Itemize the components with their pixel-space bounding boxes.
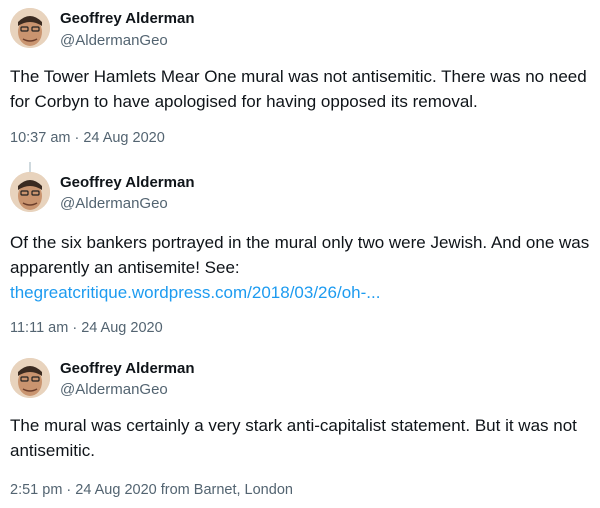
avatar[interactable] — [10, 358, 50, 398]
tweet-3[interactable]: Geoffrey Alderman @AldermanGeo The mural… — [0, 350, 600, 508]
author-name[interactable]: Geoffrey Alderman — [60, 360, 194, 377]
author-handle[interactable]: @AldermanGeo — [60, 32, 168, 49]
tweet-1[interactable]: Geoffrey Alderman @AldermanGeo The Tower… — [0, 0, 600, 160]
author-handle[interactable]: @AldermanGeo — [60, 381, 168, 398]
tweet-text: The mural was certainly a very stark ant… — [10, 416, 577, 460]
avatar[interactable] — [10, 172, 50, 212]
tweet-timestamp[interactable]: 10:37 am · 24 Aug 2020 — [10, 130, 165, 146]
tweet-2[interactable]: Geoffrey Alderman @AldermanGeo Of the si… — [0, 168, 600, 346]
author-handle[interactable]: @AldermanGeo — [60, 195, 168, 212]
avatar[interactable] — [10, 8, 50, 48]
tweet-text: Of the six bankers portrayed in the mura… — [10, 233, 590, 277]
tweet-link[interactable]: thegreatcritique.wordpress.com/2018/03/2… — [10, 283, 380, 302]
tweet-text: The Tower Hamlets Mear One mural was not… — [10, 67, 587, 111]
tweet-timestamp[interactable]: 11:11 am · 24 Aug 2020 — [10, 320, 163, 336]
author-name[interactable]: Geoffrey Alderman — [60, 10, 194, 27]
author-name[interactable]: Geoffrey Alderman — [60, 174, 194, 191]
tweet-text-block: Of the six bankers portrayed in the mura… — [10, 230, 595, 305]
tweet-timestamp[interactable]: 2:51 pm · 24 Aug 2020 from Barnet, Londo… — [10, 482, 293, 498]
